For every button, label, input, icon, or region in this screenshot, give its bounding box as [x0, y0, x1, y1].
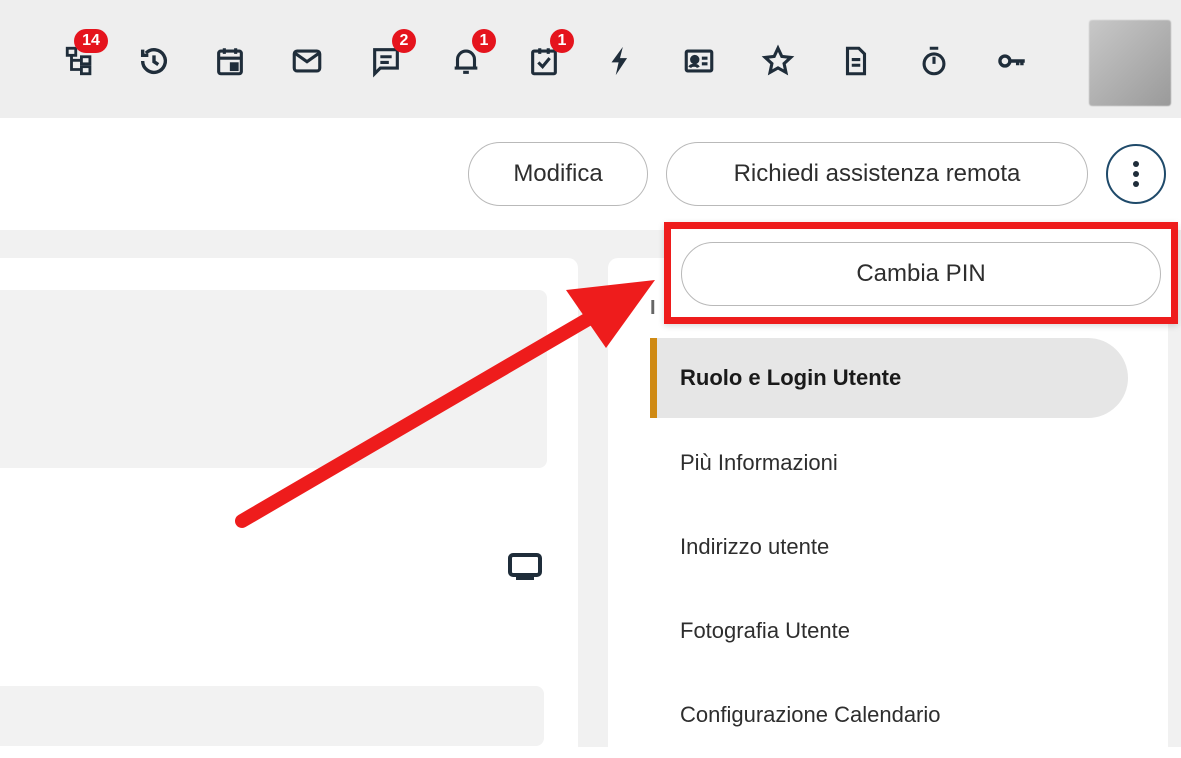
history-button[interactable] — [132, 41, 176, 85]
profile-info-block — [0, 290, 547, 468]
lightning-icon — [603, 44, 637, 83]
nav-item-more-info[interactable]: Più Informazioni — [650, 423, 1128, 503]
notifications-button[interactable]: 1 — [444, 29, 496, 85]
calendar-icon — [213, 44, 247, 83]
chat-button[interactable]: 2 — [364, 29, 416, 85]
org-chart-button[interactable]: 14 — [58, 29, 108, 85]
star-icon — [761, 44, 795, 83]
key-icon — [995, 44, 1029, 83]
nav-item-calendar-config[interactable]: Configurazione Calendario — [650, 675, 1128, 755]
avatar[interactable] — [1089, 20, 1171, 106]
more-options-dropdown: Cambia PIN — [664, 222, 1178, 324]
document-icon — [839, 44, 873, 83]
tasks-button[interactable]: 1 — [522, 29, 574, 85]
calendar-button[interactable] — [208, 41, 252, 85]
edit-button[interactable]: Modifica — [468, 142, 648, 206]
form-field[interactable] — [0, 686, 544, 746]
history-icon — [137, 44, 171, 83]
contact-card-icon — [682, 44, 716, 83]
top-navigation-bar: 14 2 1 1 — [0, 0, 1181, 118]
more-options-button[interactable] — [1106, 144, 1166, 204]
monitor-icon[interactable] — [508, 553, 542, 581]
section-heading: I — [650, 297, 656, 319]
nav-item-role-login[interactable]: Ruolo e Login Utente — [650, 338, 1128, 418]
notification-badge: 1 — [550, 29, 574, 53]
change-pin-button[interactable]: Cambia PIN — [681, 242, 1161, 306]
remote-assistance-button[interactable]: Richiedi assistenza remota — [666, 142, 1088, 206]
nav-item-user-photo[interactable]: Fotografia Utente — [650, 591, 1128, 671]
contacts-button[interactable] — [677, 41, 721, 85]
notification-badge: 1 — [472, 29, 496, 53]
favorites-button[interactable] — [756, 41, 800, 85]
timer-button[interactable] — [912, 41, 956, 85]
notification-badge: 2 — [392, 29, 416, 53]
kebab-menu-icon — [1133, 159, 1139, 189]
nav-item-user-address[interactable]: Indirizzo utente — [650, 507, 1128, 587]
notification-badge: 14 — [74, 29, 108, 53]
mail-button[interactable] — [285, 41, 329, 85]
credentials-button[interactable] — [990, 41, 1034, 85]
documents-button[interactable] — [834, 41, 878, 85]
stopwatch-icon — [917, 44, 951, 83]
mail-icon — [290, 44, 324, 83]
quick-actions-button[interactable] — [598, 41, 642, 85]
